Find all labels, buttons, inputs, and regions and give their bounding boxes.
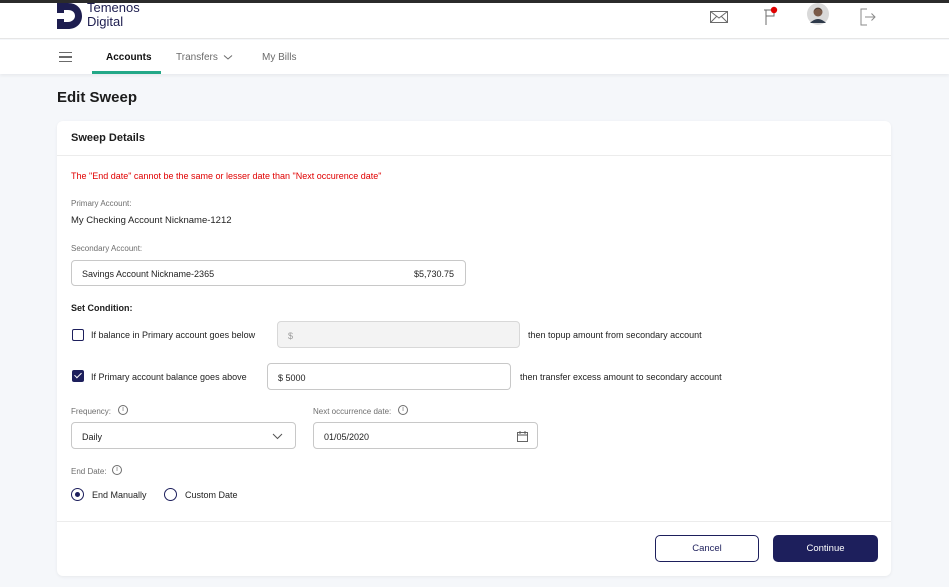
condition-above-checkbox[interactable]: [72, 370, 84, 382]
frequency-value: Daily: [82, 431, 103, 442]
info-icon[interactable]: i: [112, 465, 122, 475]
frequency-select[interactable]: Daily: [71, 422, 296, 449]
tab-transfers-label: Transfers: [176, 52, 218, 63]
next-occurrence-date-input[interactable]: 01/05/2020: [313, 422, 538, 449]
primary-account-label: Primary Account:: [71, 199, 132, 208]
card-title: Sweep Details: [71, 132, 145, 144]
secondary-account-label: Secondary Account:: [71, 244, 143, 253]
condition-above-amount-input[interactable]: $ 5000: [267, 363, 511, 390]
secondary-account-select[interactable]: Savings Account Nickname-2365 $5,730.75: [71, 260, 466, 286]
avatar[interactable]: [807, 3, 829, 25]
primary-account-value: My Checking Account Nickname-1212: [71, 215, 232, 226]
brand-name: Temenos Digital: [87, 1, 140, 29]
condition-below-amount-value: $: [288, 330, 294, 341]
end-manually-radio[interactable]: [71, 488, 84, 501]
end-manually-label: End Manually: [92, 490, 147, 500]
tab-accounts[interactable]: Accounts: [106, 52, 152, 63]
condition-below-checkbox[interactable]: [72, 329, 84, 341]
menu-icon[interactable]: [59, 52, 72, 62]
condition-above-suffix: then transfer excess amount to secondary…: [520, 372, 722, 382]
mail-icon[interactable]: [708, 6, 730, 28]
info-icon[interactable]: i: [398, 405, 408, 415]
calendar-icon[interactable]: [517, 431, 528, 442]
condition-below-amount-input[interactable]: $: [277, 321, 520, 348]
next-occurrence-label: Next occurrence date:: [313, 407, 392, 416]
logout-icon[interactable]: [857, 6, 879, 28]
tab-my-bills[interactable]: My Bills: [262, 52, 296, 63]
sweep-details-card: Sweep Details The "End date" cannot be t…: [57, 121, 891, 576]
brand-line2: Digital: [87, 14, 124, 29]
brand-line1: Temenos: [87, 0, 140, 15]
set-condition-label: Set Condition:: [71, 303, 133, 313]
condition-below-label: If balance in Primary account goes below: [91, 330, 256, 340]
page-title: Edit Sweep: [57, 89, 138, 106]
flag-icon[interactable]: [760, 6, 782, 28]
end-date-label: End Date:: [71, 467, 107, 476]
divider: [57, 521, 891, 522]
continue-button[interactable]: Continue: [773, 535, 878, 562]
chevron-down-icon: [223, 55, 233, 60]
next-occurrence-value: 01/05/2020: [324, 431, 370, 442]
condition-above-label: If Primary account balance goes above: [91, 372, 247, 382]
tab-transfers[interactable]: Transfers: [176, 52, 233, 63]
app-header: Temenos Digital: [0, 1, 949, 39]
error-message: The "End date" cannot be the same or les…: [71, 171, 382, 181]
frequency-label: Frequency:: [71, 407, 112, 416]
divider: [57, 155, 891, 156]
custom-date-radio[interactable]: [164, 488, 177, 501]
cancel-button[interactable]: Cancel: [655, 535, 759, 562]
active-tab-indicator: [92, 71, 161, 74]
notification-dot: [770, 6, 778, 14]
nav-bar: Accounts Transfers My Bills: [0, 40, 949, 74]
chevron-down-icon: [272, 433, 283, 440]
condition-above-amount-value: $ 5000: [278, 372, 306, 383]
custom-date-label: Custom Date: [185, 490, 238, 500]
secondary-account-amount: $5,730.75: [413, 269, 454, 279]
secondary-account-name: Savings Account Nickname-2365: [82, 269, 215, 279]
info-icon[interactable]: i: [118, 405, 128, 415]
condition-below-suffix: then topup amount from secondary account: [528, 330, 702, 340]
logo-icon: [57, 3, 82, 29]
